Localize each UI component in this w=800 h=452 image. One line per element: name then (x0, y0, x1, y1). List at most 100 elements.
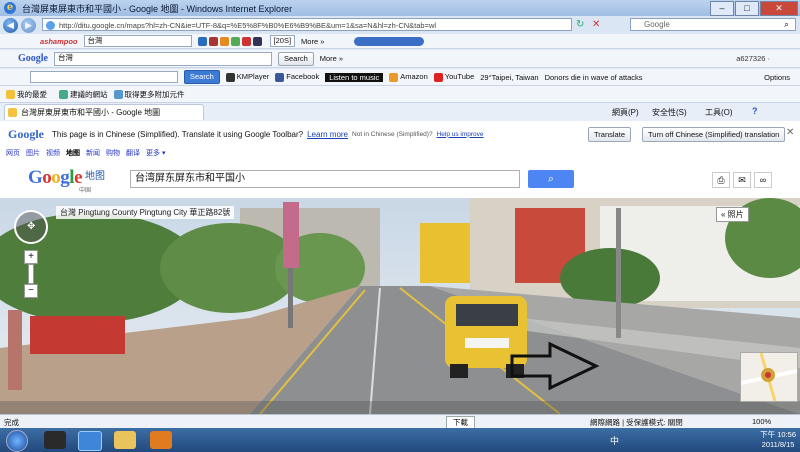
google-toolbar-input[interactable]: 台灣 (54, 51, 272, 66)
learn-more-link[interactable]: Learn more (307, 130, 348, 139)
ask-more-link[interactable]: More » (301, 37, 324, 46)
window-titlebar: e 台灣屏東屏東市和平國小 - Google 地圖 - Windows Inte… (0, 0, 800, 16)
google-nav-bar: 网页 图片 视频 地图 新闻 购物 翻译 更多 ▾ (0, 147, 800, 158)
favorites-bar: 我的最愛 建議的網站 取得更多附加元件 (0, 86, 800, 103)
toolbar-icons[interactable] (197, 36, 264, 46)
options-button[interactable]: Options (764, 73, 790, 82)
ashampoo-toolbar: ashampoo 台灣 [20S] More » (0, 34, 800, 49)
taskbar-media-icon[interactable] (44, 431, 66, 449)
amazon-link[interactable]: Amazon (389, 72, 428, 82)
ashampoo-search-input[interactable]: 台灣 (83, 35, 192, 47)
tab-bar: 台灣屏東屏東市和平國小 - Google 地圖 網頁(P) 安全性(S) 工具(… (0, 103, 800, 122)
maps-header: Google 地图 中国 台湾屏东屏东市和平国小 ⌕ ⎙ ✉ ∞ (0, 158, 800, 198)
link-icon[interactable]: ∞ (754, 172, 772, 188)
system-clock[interactable]: 下午 10:56 2011/8/15 (760, 430, 796, 450)
google-toolbar-logo: Google (18, 53, 48, 64)
gbar-link[interactable]: 购物 (106, 148, 120, 158)
maps-favicon-icon (8, 108, 17, 117)
search-icon: ⌕ (547, 173, 555, 185)
zoom-in-button[interactable]: + (24, 250, 38, 264)
zoom-level[interactable]: 100% (752, 417, 771, 426)
zoom-slider[interactable] (28, 264, 34, 284)
media-player-bar[interactable] (354, 36, 426, 46)
listen-to-music-button[interactable]: Listen to music (325, 72, 384, 82)
stop-icon[interactable]: ✕ (592, 19, 600, 30)
address-bar-row: ◀ ▶ http://ditu.google.cn/maps?hl=zh-CN&… (0, 16, 800, 34)
translate-google-logo: Google (8, 126, 44, 141)
zoom-out-button[interactable]: − (24, 284, 38, 298)
maps-search-button[interactable]: ⌕ (528, 170, 574, 188)
pan-control[interactable]: ✥ (14, 210, 48, 244)
links-toolbar: Search KMPlayer Facebook Listen to music… (0, 69, 800, 86)
kmplayer-link[interactable]: KMPlayer (225, 72, 269, 82)
taskbar-explorer-icon[interactable] (114, 431, 136, 449)
windows-taskbar: 中 下午 10:56 2011/8/15 (0, 428, 800, 452)
mini-map[interactable] (740, 352, 798, 402)
status-bar: 完成 下載 網際網路 | 受保護模式: 關閉 100% (0, 414, 800, 429)
gbar-link[interactable]: 图片 (26, 148, 40, 158)
security-zone: 網際網路 | 受保護模式: 關閉 (590, 418, 683, 427)
page-menu[interactable]: 網頁(P) (612, 107, 639, 118)
street-view-panorama[interactable]: 台灣 Pingtung County Pingtung City 華正路82號 … (0, 198, 800, 414)
news-link[interactable]: Donors die in wave of attacks ... (545, 73, 645, 82)
translate-button[interactable]: Translate (588, 127, 631, 142)
streetview-location-label: 台灣 Pingtung County Pingtung City 華正路82號 (56, 206, 235, 219)
facebook-link[interactable]: Facebook (275, 72, 319, 82)
gbar-link[interactable]: 网页 (6, 148, 20, 158)
forward-button[interactable]: ▶ (21, 17, 36, 33)
input-language[interactable]: 中 (610, 434, 619, 447)
gbar-link[interactable]: 新闻 (86, 148, 100, 158)
not-chinese-label: Not in Chinese (Simplified)? (352, 130, 433, 138)
google-toolbar-search-button[interactable]: Search (278, 51, 314, 66)
maps-region-label: 中国 (79, 188, 92, 194)
back-button[interactable]: ◀ (3, 17, 18, 33)
safety-menu[interactable]: 安全性(S) (652, 107, 687, 118)
photos-toggle-button[interactable]: « 照片 (716, 207, 749, 222)
weather-link[interactable]: 29°Taipei, Taiwan (480, 73, 538, 82)
help-menu[interactable]: ? (752, 106, 758, 116)
minimize-button[interactable]: – (710, 1, 734, 16)
close-translate-icon[interactable]: ✕ (786, 127, 794, 138)
gbar-link-active[interactable]: 地图 (66, 148, 80, 158)
print-icon[interactable]: ⎙ (712, 172, 730, 188)
address-input[interactable]: http://ditu.google.cn/maps?hl=zh-CN&ie=U… (42, 18, 572, 31)
gbar-link[interactable]: 更多 ▾ (146, 148, 165, 158)
globe-icon (46, 21, 55, 30)
youtube-link[interactable]: YouTube (433, 72, 474, 82)
start-button[interactable] (6, 430, 28, 452)
gbar-link[interactable]: 翻译 (126, 148, 140, 158)
taskbar-player-icon[interactable] (150, 431, 172, 449)
turn-off-translation-button[interactable]: Turn off Chinese (Simplified) translatio… (642, 127, 786, 142)
help-improve-link[interactable]: Help us improve (437, 131, 484, 138)
clock-date: 2011/8/15 (761, 440, 795, 449)
favorites-button[interactable]: 我的最愛 (6, 89, 47, 100)
links-search-button[interactable]: Search (184, 70, 220, 84)
translate-message: This page is in Chinese (Simplified). Tr… (52, 129, 304, 139)
get-addons-link[interactable]: 取得更多附加元件 (113, 89, 185, 100)
tab-google-maps[interactable]: 台灣屏東屏東市和平國小 - Google 地圖 (4, 104, 204, 120)
refresh-icon[interactable]: ↻ (576, 19, 584, 30)
ie-logo-icon: e (4, 2, 16, 14)
status-text: 完成 (4, 417, 19, 427)
tools-menu[interactable]: 工具(O) (705, 107, 733, 118)
mail-icon[interactable]: ✉ (733, 172, 751, 188)
taskbar-ie-icon[interactable] (78, 431, 102, 451)
compass-icon: ✥ (27, 221, 36, 232)
close-button[interactable]: ✕ (760, 1, 798, 16)
browser-search-input[interactable]: Google (630, 18, 796, 31)
suggested-sites-link[interactable]: 建議的網站 (59, 89, 108, 100)
links-search-input[interactable] (30, 71, 178, 83)
street-scene (0, 198, 800, 414)
gbar-link[interactable]: 视频 (46, 148, 60, 158)
account-label[interactable]: a627326 · (736, 54, 770, 63)
maximize-button[interactable]: □ (735, 1, 759, 16)
mini-map-graphic (740, 352, 798, 402)
search-icon[interactable]: ⌕ (784, 19, 789, 30)
google-maps-logo: Google (28, 167, 82, 188)
translate-bar: Google This page is in Chinese (Simplifi… (0, 121, 800, 148)
maps-product-label: 地图 (85, 170, 105, 182)
google-toolbar: Google 台灣 Search More » a627326 · (0, 50, 800, 68)
google-toolbar-more[interactable]: More » (320, 54, 343, 63)
maps-search-input[interactable]: 台湾屏东屏东市和平国小 (130, 170, 520, 188)
ashampoo-logo: ashampoo (40, 36, 78, 46)
